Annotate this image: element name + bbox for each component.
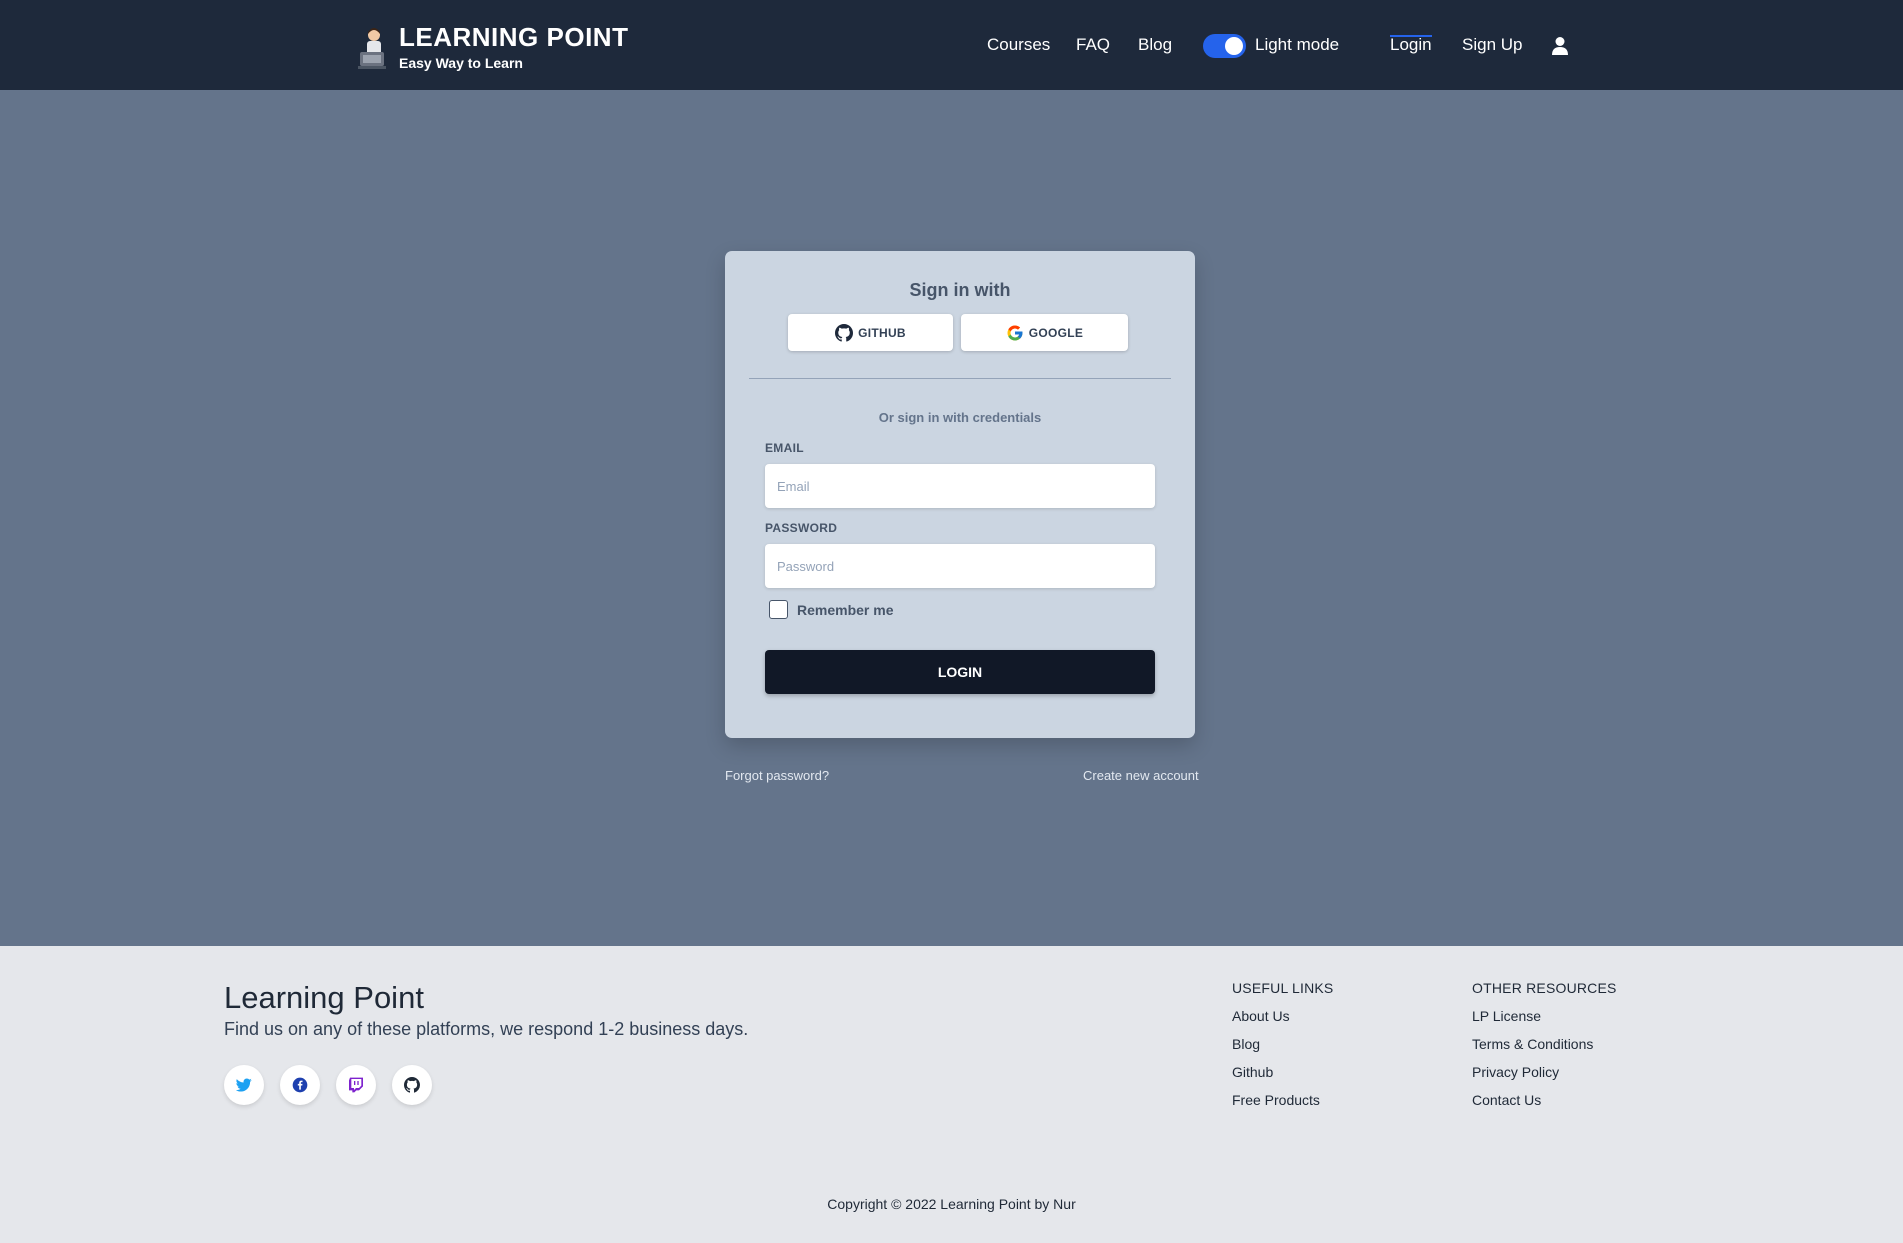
theme-toggle-label[interactable]: Light mode	[1255, 34, 1339, 56]
card-divider	[749, 378, 1171, 379]
top-navbar: LEARNING POINT Easy Way to Learn Courses…	[0, 0, 1903, 90]
footer: Learning Point Find us on any of these p…	[0, 946, 1903, 1243]
github-social-button[interactable]	[392, 1065, 432, 1105]
credentials-divider-text: Or sign in with credentials	[878, 410, 1042, 425]
footer-link-lp-license[interactable]: LP License	[1472, 1008, 1541, 1024]
footer-link-contact-us[interactable]: Contact Us	[1472, 1092, 1541, 1108]
password-label: PASSWORD	[765, 521, 838, 535]
nav-link-login[interactable]: Login	[1390, 34, 1432, 56]
footer-link-free-products[interactable]: Free Products	[1232, 1092, 1320, 1108]
theme-toggle-switch[interactable]	[1203, 34, 1246, 58]
facebook-icon	[292, 1077, 308, 1093]
nav-link-courses[interactable]: Courses	[987, 34, 1050, 56]
email-field[interactable]	[765, 464, 1155, 508]
twitter-button[interactable]	[224, 1065, 264, 1105]
other-resources-heading: OTHER RESOURCES	[1472, 980, 1617, 996]
brand[interactable]: LEARNING POINT Easy Way to Learn	[357, 22, 628, 72]
copyright-text: Copyright © 2022 Learning Point by Nur	[827, 1196, 1076, 1212]
create-account-link[interactable]: Create new account	[1083, 768, 1199, 783]
footer-link-about-us[interactable]: About Us	[1232, 1008, 1290, 1024]
twitch-icon	[349, 1077, 363, 1093]
github-icon	[835, 323, 854, 342]
google-signin-button[interactable]: GOOGLE	[961, 314, 1128, 351]
user-icon[interactable]	[1551, 36, 1569, 56]
password-field[interactable]	[765, 544, 1155, 588]
forgot-password-link[interactable]: Forgot password?	[725, 768, 829, 783]
google-button-label: GOOGLE	[1028, 325, 1084, 340]
remember-me-checkbox[interactable]	[769, 600, 788, 619]
nav-link-faq[interactable]: FAQ	[1076, 34, 1110, 56]
nav-link-signup[interactable]: Sign Up	[1462, 34, 1522, 56]
google-icon	[1007, 325, 1023, 340]
login-button[interactable]: LOGIN	[765, 650, 1155, 694]
nav-link-blog[interactable]: Blog	[1138, 34, 1172, 56]
github-button-label: GITHUB	[858, 325, 906, 340]
signin-card: Sign in with GITHUB GOOGLE Or sign in wi…	[725, 251, 1195, 738]
remember-me-label[interactable]: Remember me	[797, 602, 894, 618]
brand-title: LEARNING POINT	[399, 22, 629, 52]
footer-title: Learning Point	[224, 980, 424, 1015]
github-icon	[404, 1077, 420, 1093]
useful-links-heading: USEFUL LINKS	[1232, 980, 1334, 996]
github-signin-button[interactable]: GITHUB	[788, 314, 953, 351]
twitter-icon	[236, 1078, 252, 1092]
footer-subtitle: Find us on any of these platforms, we re…	[224, 1019, 749, 1039]
footer-link-privacy-policy[interactable]: Privacy Policy	[1472, 1064, 1559, 1080]
brand-logo-icon	[358, 28, 386, 69]
toggle-knob	[1225, 37, 1243, 55]
twitch-button[interactable]	[336, 1065, 376, 1105]
brand-subtitle: Easy Way to Learn	[399, 55, 523, 71]
footer-link-blog[interactable]: Blog	[1232, 1036, 1260, 1052]
facebook-button[interactable]	[280, 1065, 320, 1105]
signin-title: Sign in with	[909, 280, 1011, 300]
footer-link-github[interactable]: Github	[1232, 1064, 1273, 1080]
footer-link-terms[interactable]: Terms & Conditions	[1472, 1036, 1593, 1052]
email-label: EMAIL	[765, 441, 804, 455]
